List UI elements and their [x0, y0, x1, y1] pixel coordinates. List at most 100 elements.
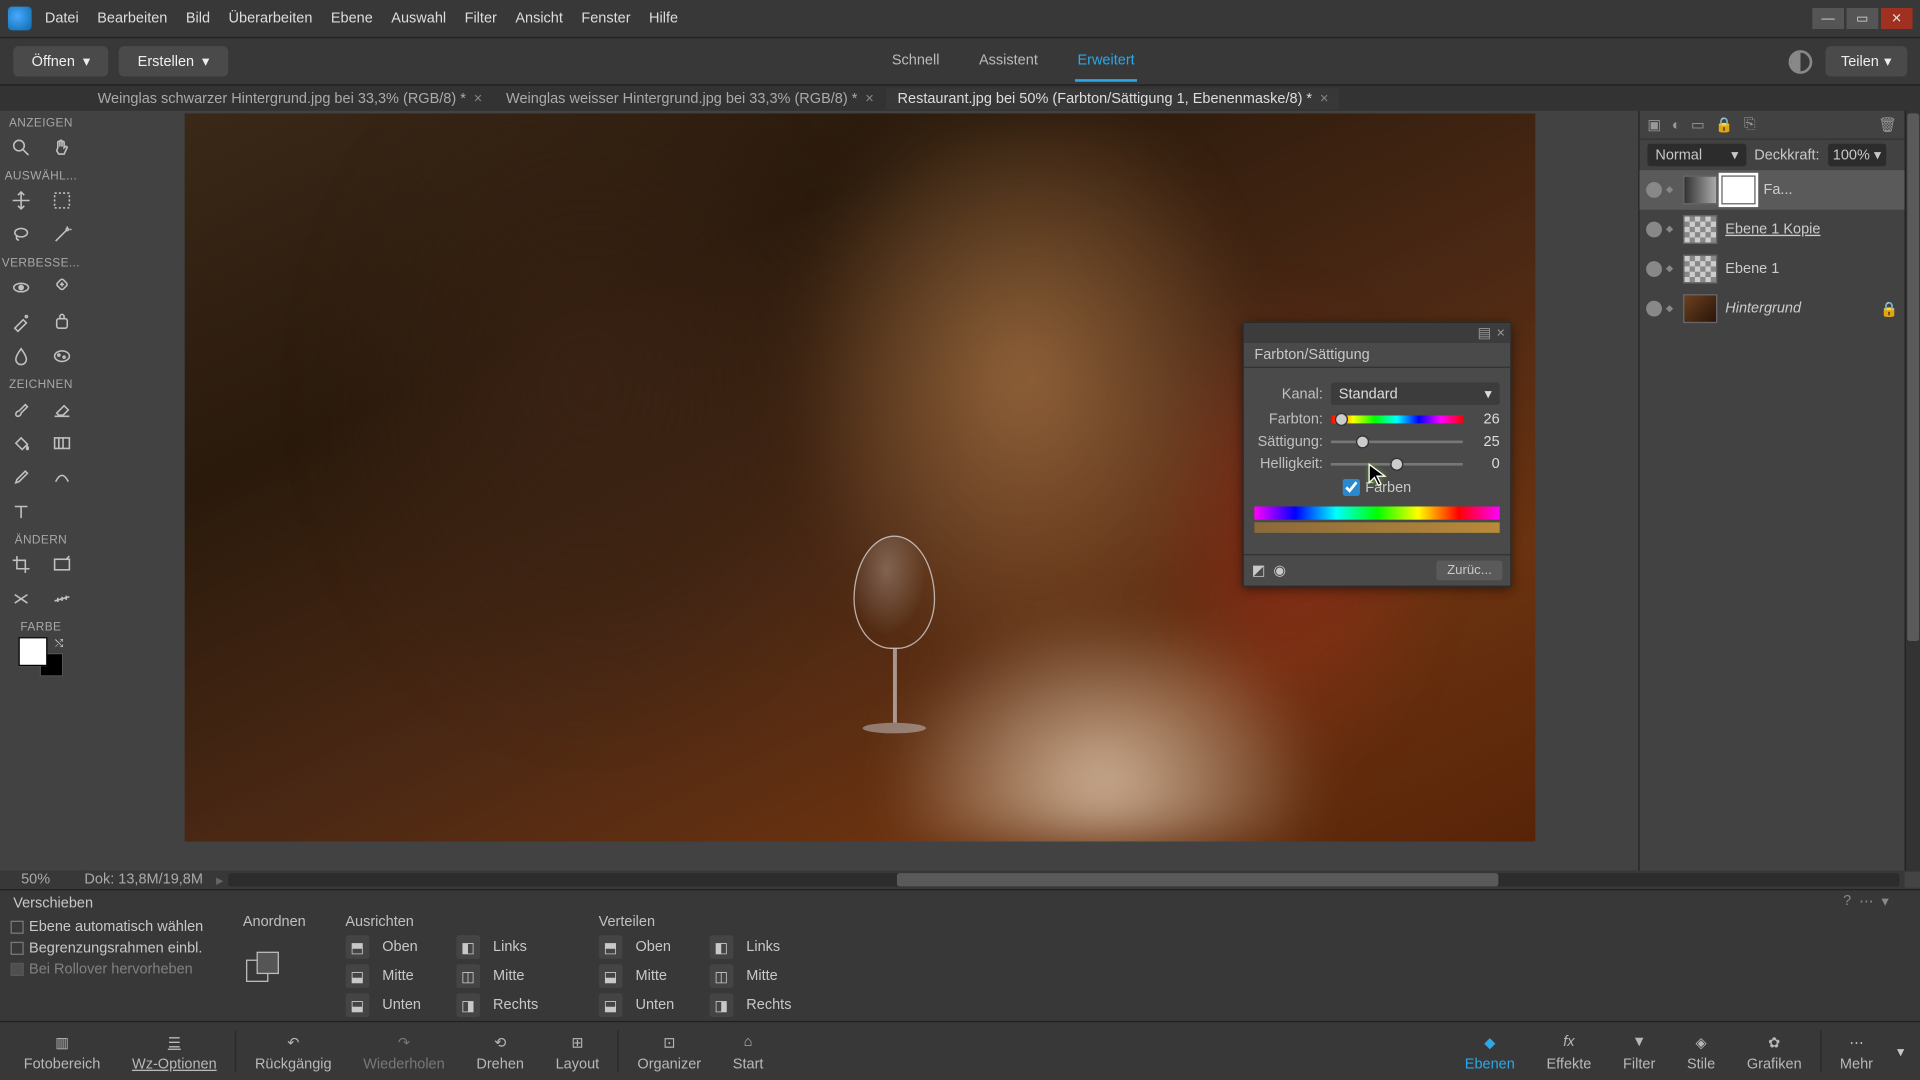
tab-erweitert[interactable]: Erweitert [1075, 42, 1138, 82]
document-tab[interactable]: Weinglas schwarzer Hintergrund.jpg bei 3… [87, 88, 493, 109]
help-icon[interactable]: ? [1843, 893, 1851, 910]
styles-tab[interactable]: ◈Stile [1671, 1028, 1731, 1075]
slider-thumb[interactable] [1356, 435, 1369, 448]
layer-name[interactable]: Hintergrund [1725, 301, 1801, 317]
layer-name[interactable]: Ebene 1 Kopie [1725, 222, 1820, 238]
scrollbar-thumb[interactable] [1907, 113, 1919, 641]
foreground-color[interactable] [18, 637, 47, 666]
dist-right-icon[interactable]: ◨ [709, 993, 733, 1017]
close-icon[interactable]: × [474, 90, 482, 106]
panel-close-icon[interactable]: × [1496, 325, 1504, 341]
menu-filter[interactable]: Filter [465, 11, 497, 27]
menu-ansicht[interactable]: Ansicht [515, 11, 563, 27]
eyedropper-tool[interactable] [0, 460, 41, 494]
sponge-tool[interactable] [41, 339, 82, 373]
panel-titlebar[interactable]: ▤ × [1244, 323, 1510, 343]
fx-icon[interactable]: ⬥ [1666, 223, 1679, 236]
minimize-button[interactable]: — [1812, 8, 1844, 29]
kanal-select[interactable]: Standard▾ [1331, 383, 1500, 405]
layout-button[interactable]: ⊞Layout [540, 1028, 615, 1075]
doc-size[interactable]: Dok: 13,8M/19,8M [71, 872, 216, 888]
hand-tool[interactable] [41, 131, 82, 165]
align-middle-icon[interactable]: ⬓ [345, 964, 369, 988]
hue-saturation-panel[interactable]: ▤ × Farbton/Sättigung Kanal: Standard▾ F… [1242, 322, 1511, 587]
bounding-box-checkbox[interactable]: Begrenzungsrahmen einbl. [11, 940, 204, 956]
layer-row[interactable]: ⬥ Fa... [1640, 170, 1905, 210]
undo-button[interactable]: ↶Rückgängig [239, 1028, 347, 1075]
visibility-icon[interactable] [1646, 182, 1662, 198]
scrollbar-thumb[interactable] [897, 873, 1498, 886]
trash-icon[interactable]: 🗑 [1878, 116, 1896, 133]
dist-center-icon[interactable]: ◫ [709, 964, 733, 988]
slider-thumb[interactable] [1335, 413, 1348, 426]
content-aware-tool[interactable] [0, 582, 41, 616]
filters-tab[interactable]: ▼Filter [1607, 1028, 1671, 1075]
document-tab[interactable]: Restaurant.jpg bei 50% (Farbton/Sättigun… [887, 88, 1339, 109]
menu-bild[interactable]: Bild [186, 11, 210, 27]
visibility-icon[interactable] [1646, 222, 1662, 238]
bucket-tool[interactable] [0, 426, 41, 460]
fotobereich-button[interactable]: ▥Fotobereich [8, 1028, 116, 1075]
visibility-icon[interactable] [1646, 301, 1662, 317]
zoom-tool[interactable] [0, 131, 41, 165]
align-right-icon[interactable]: ◨ [456, 993, 480, 1017]
align-center-icon[interactable]: ◫ [456, 964, 480, 988]
spot-heal-tool[interactable] [41, 270, 82, 304]
dist-left-icon[interactable]: ◧ [709, 935, 733, 959]
align-top-icon[interactable]: ⬒ [345, 935, 369, 959]
more-button[interactable]: ⋯Mehr [1824, 1028, 1889, 1075]
menu-datei[interactable]: Datei [45, 11, 79, 27]
menu-ebene[interactable]: Ebene [331, 11, 373, 27]
close-button[interactable]: ✕ [1881, 8, 1913, 29]
dist-bottom-icon[interactable]: ⬓ [599, 993, 623, 1017]
text-tool[interactable] [0, 495, 41, 529]
graphics-tab[interactable]: ✿Grafiken [1731, 1028, 1817, 1075]
layer-mask[interactable] [1721, 175, 1755, 204]
layer-thumb[interactable] [1683, 255, 1717, 284]
blur-tool[interactable] [0, 339, 41, 373]
visibility-icon[interactable] [1646, 261, 1662, 277]
create-button[interactable]: Erstellen▾ [119, 46, 228, 76]
fx-icon[interactable]: ⬥ [1666, 183, 1679, 196]
rotate-button[interactable]: ⟲Drehen [461, 1028, 540, 1075]
zoom-level[interactable]: 50% [0, 872, 71, 888]
brush-tool[interactable] [0, 392, 41, 426]
layer-thumb[interactable] [1683, 294, 1717, 323]
menu-icon[interactable]: ⋯ [1859, 893, 1874, 910]
eraser-tool[interactable] [41, 392, 82, 426]
hue-value[interactable]: 26 [1471, 412, 1500, 428]
shape-tool[interactable] [41, 460, 82, 494]
layer-thumb[interactable] [1683, 175, 1717, 204]
dist-top-icon[interactable]: ⬒ [599, 935, 623, 959]
lasso-tool[interactable] [0, 218, 41, 252]
opacity-value[interactable]: 100% ▾ [1827, 144, 1886, 166]
maximize-button[interactable]: ▭ [1847, 8, 1879, 29]
menu-auswahl[interactable]: Auswahl [391, 11, 446, 27]
arrange-icon[interactable] [243, 948, 283, 988]
organizer-button[interactable]: ⊡Organizer [622, 1028, 717, 1075]
saturation-slider[interactable] [1331, 441, 1463, 444]
redeye-tool[interactable] [0, 270, 41, 304]
theme-toggle-icon[interactable] [1788, 49, 1812, 73]
chevron-down-icon[interactable]: ▾ [1882, 893, 1889, 910]
redo-button[interactable]: ↷Wiederholen [347, 1028, 460, 1075]
vertical-scrollbar[interactable] [1905, 111, 1920, 871]
wand-tool[interactable] [41, 218, 82, 252]
auto-select-checkbox[interactable]: Ebene automatisch wählen [11, 919, 204, 935]
blend-mode-select[interactable]: Normal▾ [1647, 144, 1746, 166]
move-tool[interactable] [0, 183, 41, 217]
layer-name[interactable]: Fa... [1764, 182, 1793, 198]
close-icon[interactable]: × [1320, 90, 1328, 106]
layer-thumb[interactable] [1683, 215, 1717, 244]
layer-name[interactable]: Ebene 1 [1725, 261, 1779, 277]
sat-value[interactable]: 25 [1471, 434, 1500, 450]
canvas-viewport[interactable]: ▤ × Farbton/Sättigung Kanal: Standard▾ F… [82, 111, 1638, 871]
panel-menu-icon[interactable]: ▤ [1477, 324, 1491, 341]
tab-schnell[interactable]: Schnell [889, 42, 942, 82]
lightness-slider[interactable] [1331, 463, 1463, 466]
smart-brush-tool[interactable] [0, 305, 41, 339]
gradient-tool[interactable] [41, 426, 82, 460]
colorize-input[interactable] [1343, 479, 1360, 496]
swap-colors-icon[interactable]: ⤭ [55, 637, 63, 650]
align-left-icon[interactable]: ◧ [456, 935, 480, 959]
